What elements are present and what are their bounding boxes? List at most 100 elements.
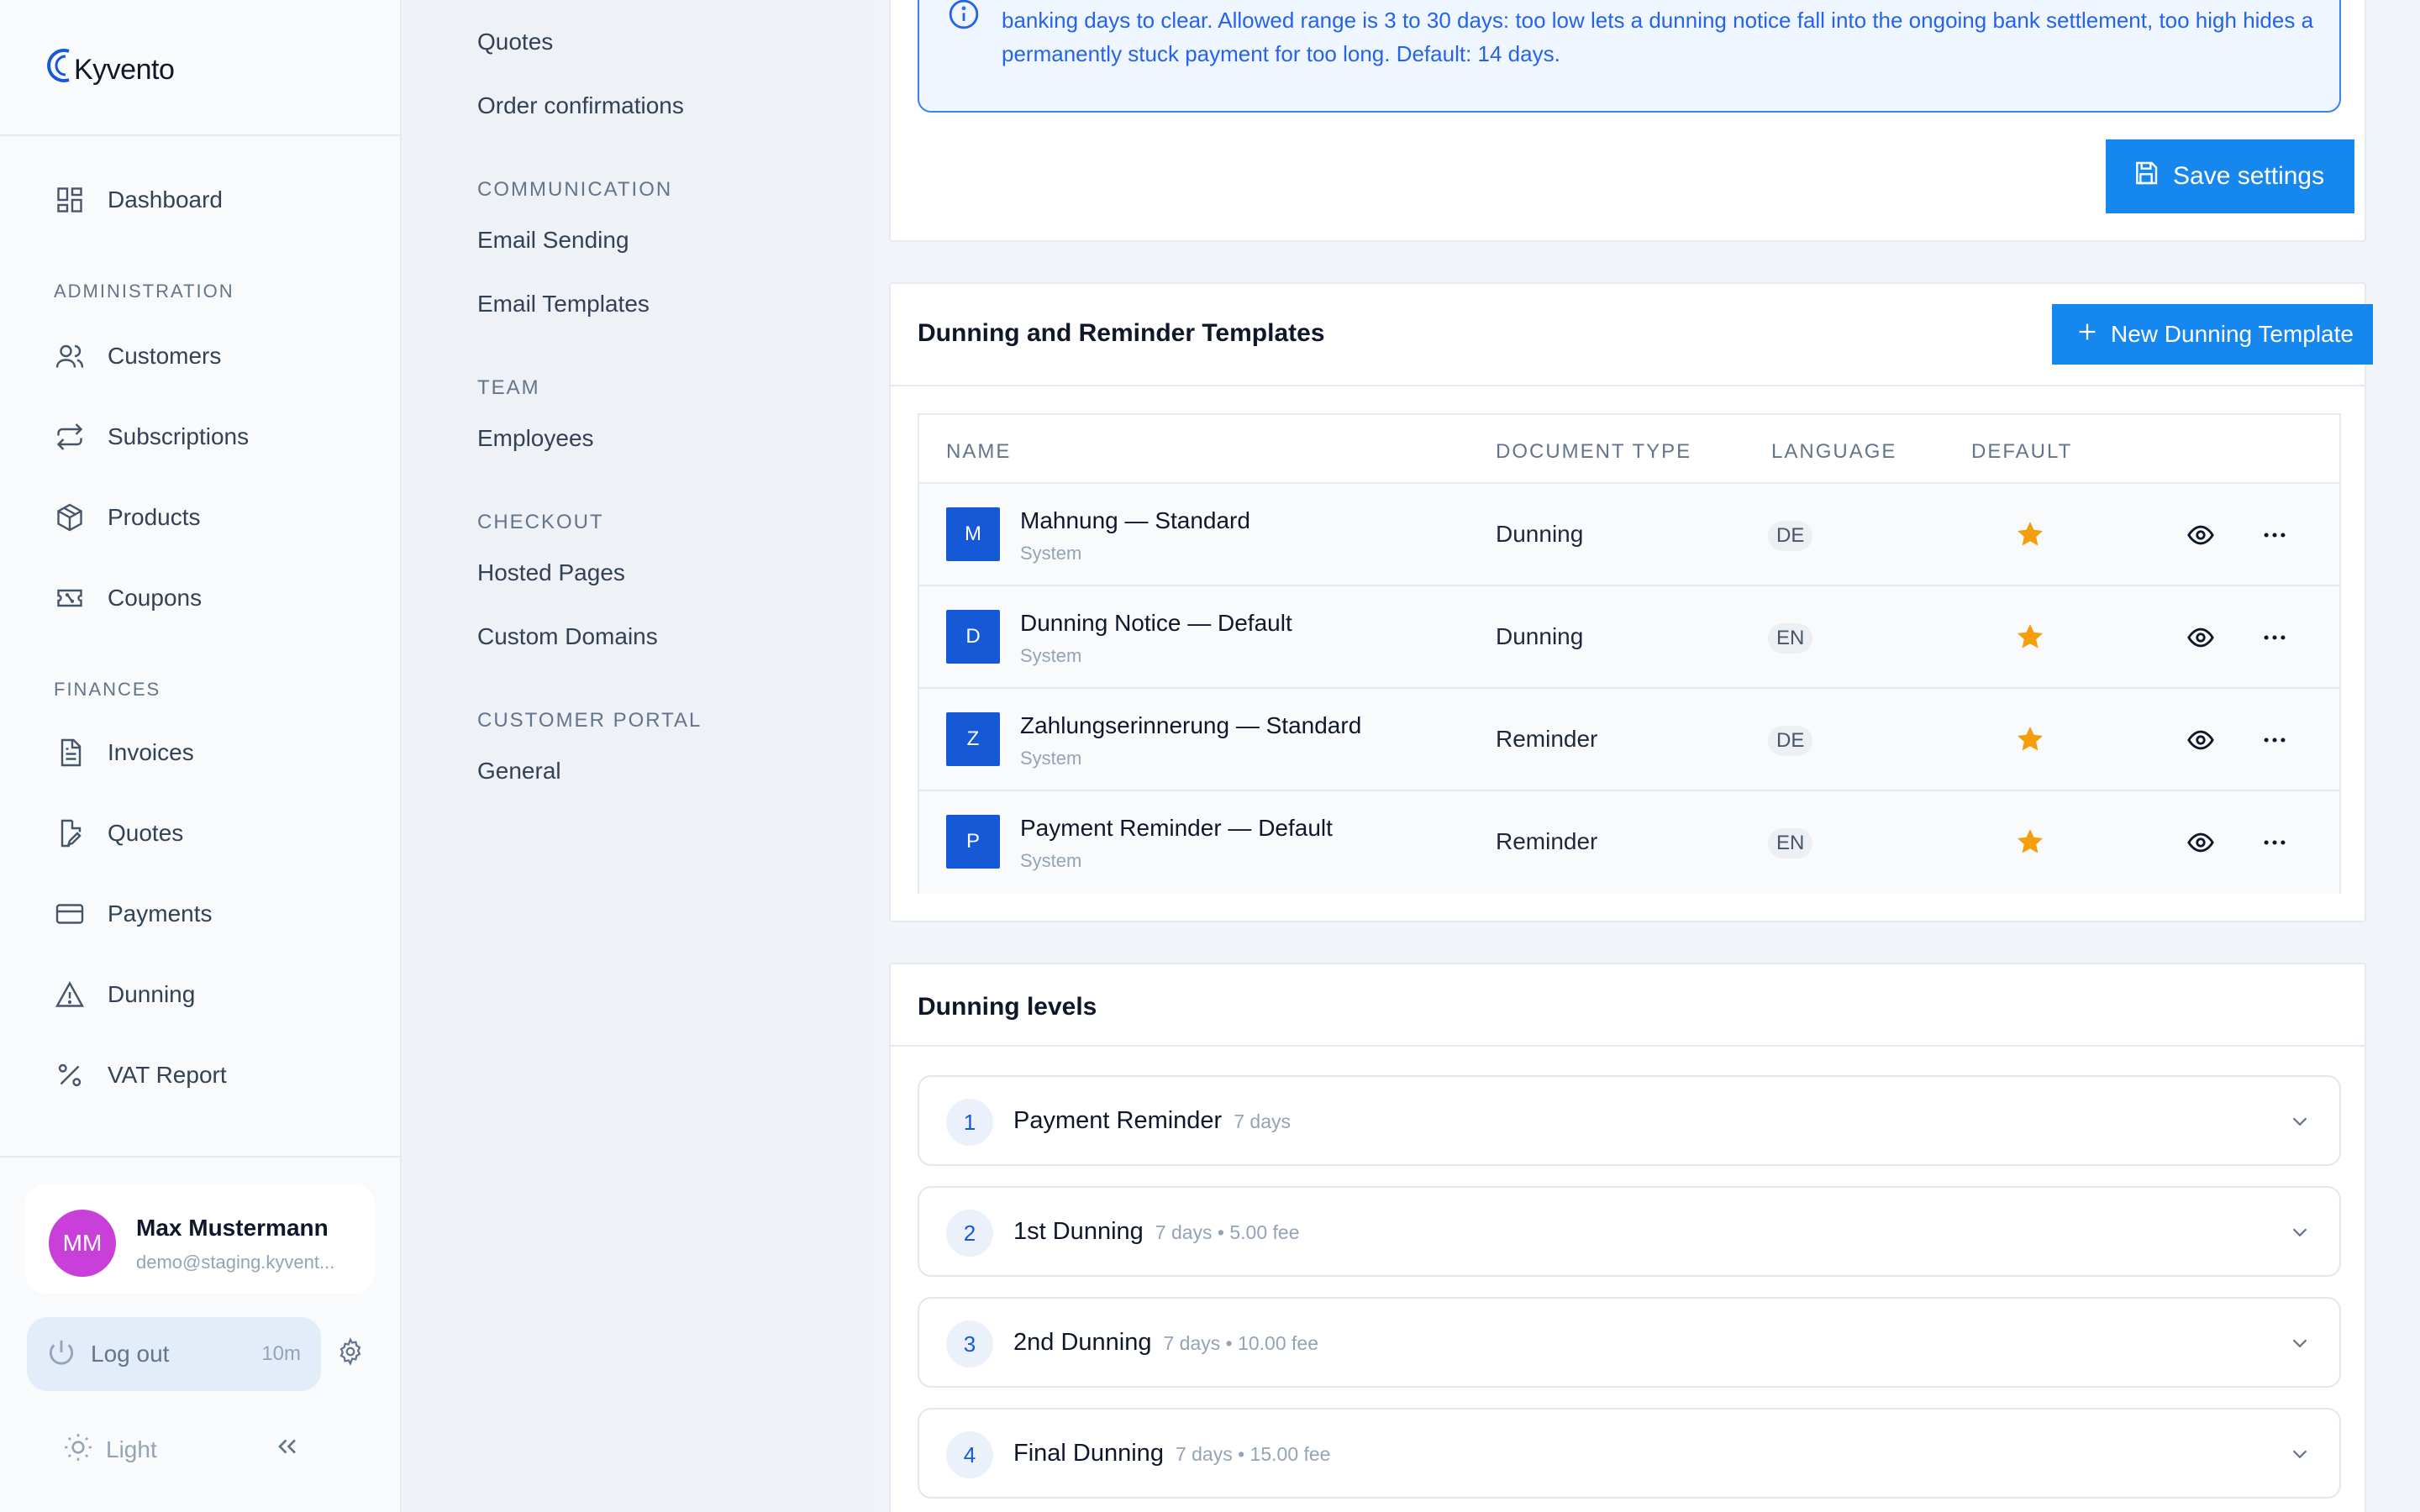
eye-icon[interactable]: [2186, 623, 2215, 656]
subnav-item-email-templates[interactable]: Email Templates: [477, 291, 650, 318]
logout-button[interactable]: Log out 10m: [27, 1317, 321, 1391]
level-title: 1st Dunning 7 days • 5.00 fee: [1013, 1218, 1300, 1246]
file-edit-icon: [52, 816, 87, 851]
eye-icon[interactable]: [2186, 521, 2215, 554]
dunning-level-item[interactable]: 3 2nd Dunning 7 days • 10.00 fee: [918, 1297, 2341, 1388]
ticket-icon: [52, 580, 87, 616]
level-meta: 7 days • 5.00 fee: [1155, 1221, 1300, 1243]
template-document-type: Reminder: [1496, 726, 1598, 752]
template-initial-badge: Z: [946, 712, 1000, 766]
subnav-group-team: TEAM: [477, 376, 540, 399]
chevrons-left-icon[interactable]: [272, 1431, 306, 1465]
sidebar-item-label: Invoices: [108, 739, 194, 765]
dashboard-icon: [52, 182, 87, 218]
new-dunning-template-button[interactable]: New Dunning Template: [2052, 304, 2373, 365]
sidebar-item-label: Products: [108, 504, 201, 530]
more-horizontal-icon[interactable]: [2260, 828, 2289, 861]
star-icon: [2015, 519, 2045, 554]
sidebar-item-quotes[interactable]: Quotes: [52, 808, 380, 858]
template-initial-badge: D: [946, 610, 1000, 664]
table-row[interactable]: M Mahnung — Standard System Dunning DE: [919, 484, 2339, 586]
save-icon: [2133, 160, 2160, 193]
subnav-item-hosted-pages[interactable]: Hosted Pages: [477, 559, 625, 586]
column-header-name: NAME: [946, 440, 1012, 463]
subnav-group-customer-portal: CUSTOMER PORTAL: [477, 709, 702, 732]
template-document-type: Reminder: [1496, 828, 1598, 854]
level-number: 2: [946, 1210, 993, 1257]
template-source: System: [1020, 645, 1082, 666]
sidebar-item-label: Payments: [108, 900, 213, 927]
dunning-levels-card: Dunning levels 1 Payment Reminder 7 days …: [889, 963, 2366, 1512]
sidebar-item-label: Subscriptions: [108, 423, 250, 449]
sidebar: Kyvento Dashboard ADMINISTRATION Custome…: [0, 0, 402, 1512]
sidebar-item-products[interactable]: Products: [52, 492, 380, 543]
user-name: Max Mustermann: [136, 1215, 329, 1241]
template-name: Dunning Notice — Default: [1020, 610, 1292, 636]
sidebar-item-label: Dashboard: [108, 186, 223, 213]
sidebar-item-coupons[interactable]: Coupons: [52, 573, 380, 623]
sidebar-item-vat-report[interactable]: VAT Report: [52, 1050, 380, 1100]
level-meta: 7 days: [1234, 1110, 1291, 1132]
table-row[interactable]: P Payment Reminder — Default System Remi…: [919, 791, 2339, 894]
table-row[interactable]: Z Zahlungserinnerung — Standard System R…: [919, 689, 2339, 791]
new-dunning-template-label: New Dunning Template: [2111, 321, 2354, 347]
sidebar-item-customers[interactable]: Customers: [52, 331, 380, 381]
logo-text: Kyvento: [74, 54, 175, 86]
sidebar-divider: [0, 1156, 400, 1158]
dunning-level-item[interactable]: 2 1st Dunning 7 days • 5.00 fee: [918, 1186, 2341, 1277]
sidebar-item-subscriptions[interactable]: Subscriptions: [52, 412, 380, 462]
subnav-item-email-sending[interactable]: Email Sending: [477, 227, 629, 254]
user-card[interactable]: MM Max Mustermann demo@staging.kyvent...: [25, 1184, 375, 1294]
template-source: System: [1020, 748, 1082, 769]
template-source: System: [1020, 543, 1082, 564]
chevron-down-icon: [2287, 1109, 2312, 1138]
template-language-badge: DE: [1768, 726, 1813, 756]
theme-toggle[interactable]: Light: [62, 1431, 157, 1467]
star-icon: [2015, 724, 2045, 759]
column-header-default: DEFAULT: [1971, 440, 2073, 463]
eye-icon[interactable]: [2186, 726, 2215, 759]
sidebar-item-dashboard[interactable]: Dashboard: [52, 175, 380, 225]
main-content: For this many days, an invoice with a SE…: [874, 0, 2420, 1512]
more-horizontal-icon[interactable]: [2260, 623, 2289, 656]
subnav-item-order-confirmations[interactable]: Order confirmations: [477, 92, 684, 119]
gear-icon[interactable]: [336, 1337, 370, 1371]
percent-icon: [52, 1058, 87, 1093]
sidebar-item-invoices[interactable]: Invoices: [52, 727, 380, 778]
info-icon: [948, 0, 980, 34]
subnav-item-general[interactable]: General: [477, 758, 561, 785]
chevron-down-icon: [2287, 1441, 2312, 1471]
dunning-level-item[interactable]: 1 Payment Reminder 7 days: [918, 1075, 2341, 1166]
template-language-badge: DE: [1768, 521, 1813, 551]
level-meta: 7 days • 10.00 fee: [1163, 1332, 1319, 1354]
column-header-document-type: DOCUMENT TYPE: [1496, 440, 1692, 463]
eye-icon[interactable]: [2186, 828, 2215, 861]
level-title: 2nd Dunning 7 days • 10.00 fee: [1013, 1329, 1318, 1357]
session-timer: 10m: [261, 1342, 301, 1365]
dunning-level-item[interactable]: 4 Final Dunning 7 days • 15.00 fee: [918, 1408, 2341, 1499]
logo[interactable]: Kyvento: [44, 44, 175, 87]
subnav-item-custom-domains[interactable]: Custom Domains: [477, 623, 658, 650]
level-number: 3: [946, 1320, 993, 1368]
sidebar-item-label: VAT Report: [108, 1062, 227, 1088]
sidebar-item-payments[interactable]: Payments: [52, 889, 380, 939]
nav-group-finances: FINANCES: [54, 679, 161, 700]
chevron-down-icon: [2287, 1220, 2312, 1249]
table-row[interactable]: D Dunning Notice — Default System Dunnin…: [919, 586, 2339, 689]
save-settings-button[interactable]: Save settings: [2106, 139, 2354, 213]
sidebar-item-dunning[interactable]: Dunning: [52, 969, 380, 1020]
template-initial-badge: M: [946, 507, 1000, 561]
avatar: MM: [49, 1210, 116, 1277]
template-language-badge: EN: [1768, 828, 1813, 858]
subnav-item-employees[interactable]: Employees: [477, 425, 594, 452]
template-document-type: Dunning: [1496, 521, 1584, 547]
subnav-item-quotes[interactable]: Quotes: [477, 29, 553, 55]
card-divider: [891, 385, 2365, 386]
templates-table: NAME DOCUMENT TYPE LANGUAGE DEFAULT M Ma…: [918, 413, 2341, 894]
level-title-text: 1st Dunning: [1013, 1218, 1144, 1245]
more-horizontal-icon[interactable]: [2260, 521, 2289, 554]
credit-card-icon: [52, 896, 87, 932]
level-title-text: Final Dunning: [1013, 1440, 1164, 1467]
more-horizontal-icon[interactable]: [2260, 726, 2289, 759]
column-header-language: LANGUAGE: [1771, 440, 1897, 463]
